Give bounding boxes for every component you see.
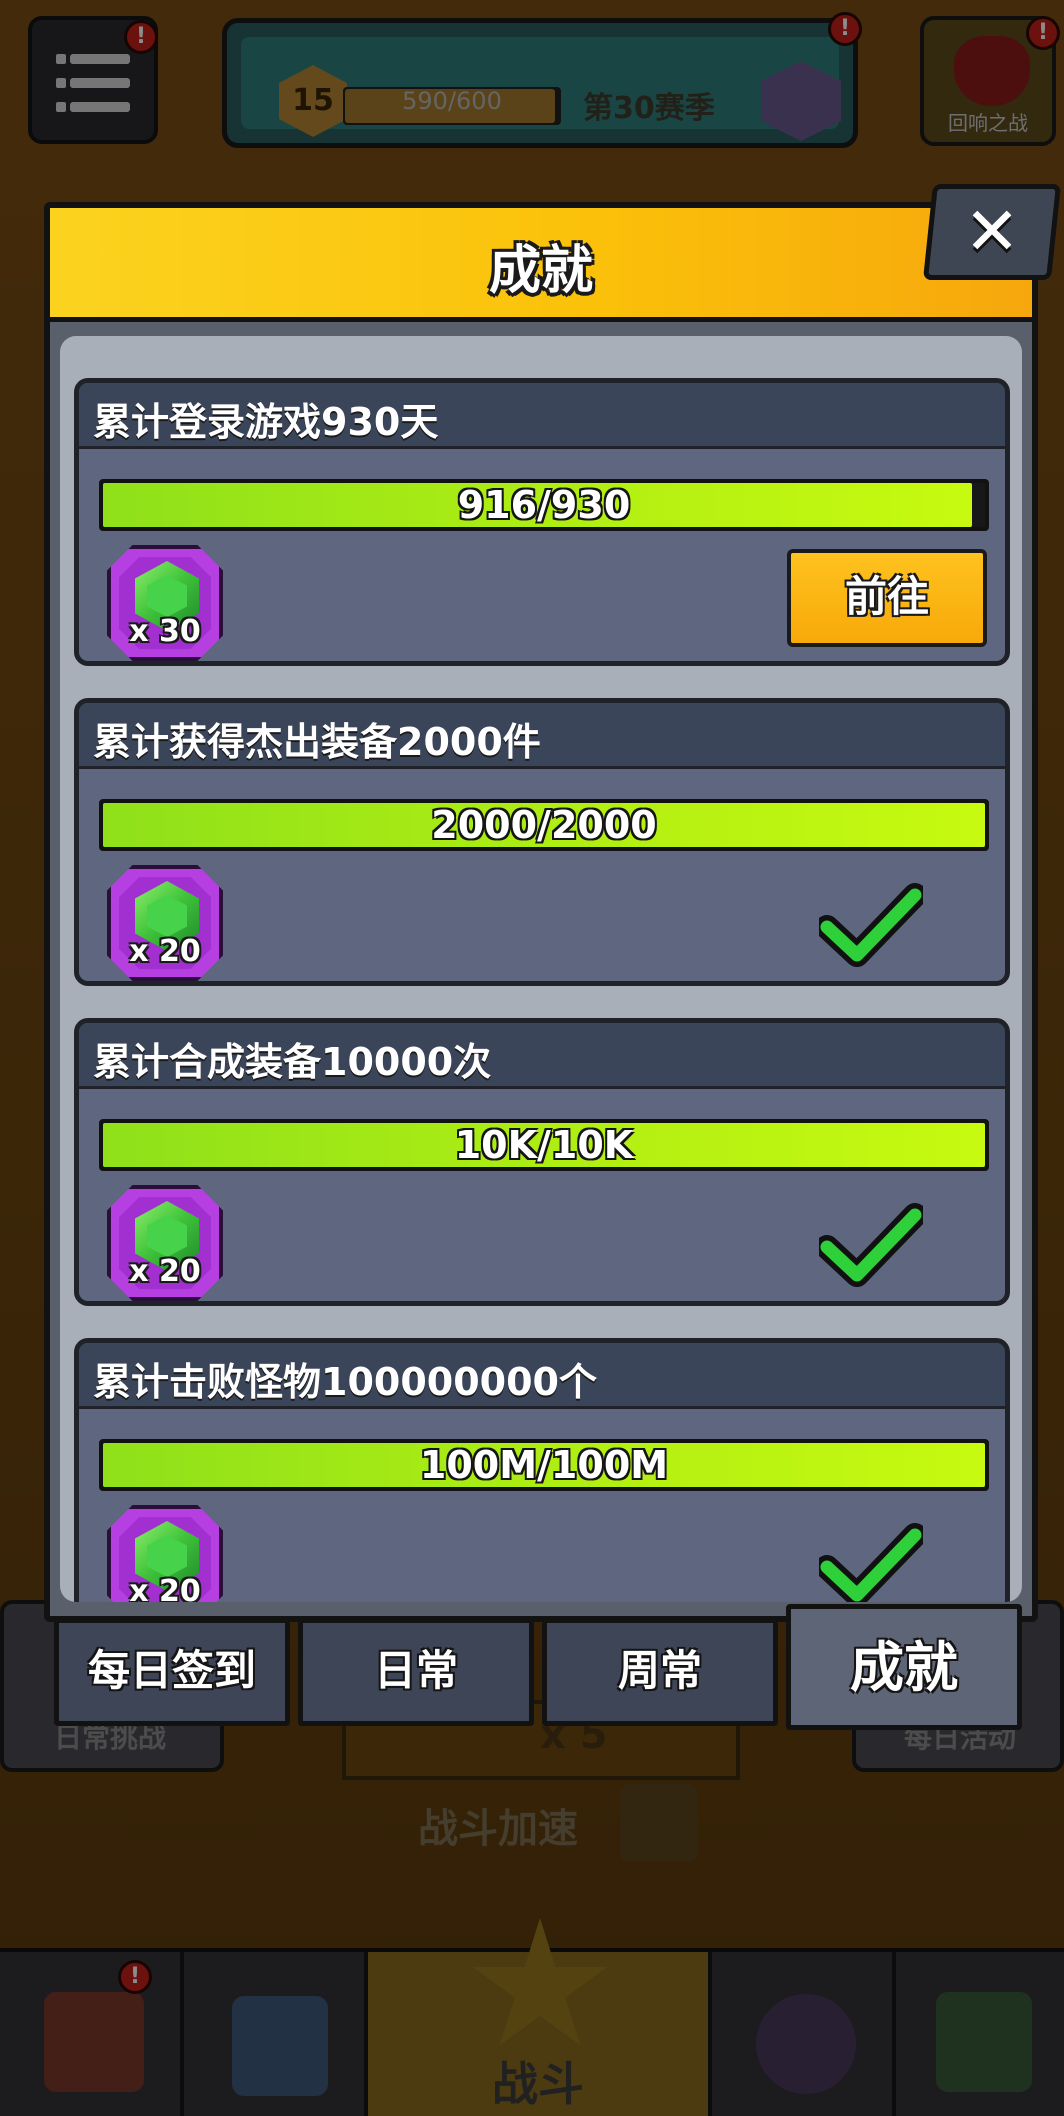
- achievement-list[interactable]: 累计登录游戏930天 916/930 x 30 前往 累计获得杰出装备2000件…: [60, 336, 1022, 1602]
- modal-title: 成就: [488, 241, 593, 301]
- goto-button[interactable]: 前往: [787, 549, 987, 647]
- reward-quantity: x 30: [129, 614, 201, 649]
- achievement-progress-bar: 2000/2000: [99, 799, 989, 851]
- completed-check-icon: [819, 1523, 923, 1602]
- completed-check-icon: [819, 883, 923, 967]
- progress-text: 916/930: [457, 483, 631, 527]
- achievement-header: 累计击败怪物100000000个: [79, 1343, 1005, 1409]
- progress-text: 100M/100M: [419, 1443, 669, 1487]
- reward-gem-slot[interactable]: x 20: [107, 1185, 223, 1301]
- achievement-header: 累计合成装备10000次: [79, 1023, 1005, 1089]
- achievement-progress-bar: 916/930: [99, 479, 989, 531]
- completed-check-icon: [819, 1203, 923, 1287]
- reward-quantity: x 20: [129, 1574, 201, 1602]
- reward-quantity: x 20: [129, 1254, 201, 1289]
- achievement-header: 累计获得杰出装备2000件: [79, 703, 1005, 769]
- reward-gem-slot[interactable]: x 30: [107, 545, 223, 661]
- tab-achievements[interactable]: 成就: [786, 1604, 1022, 1730]
- achievement-title: 累计登录游戏930天: [93, 400, 439, 444]
- achievement-modal: 成就 累计登录游戏930天 916/930 x 30 前往 累计获得杰出装备20…: [44, 202, 1038, 1622]
- reward-quantity: x 20: [129, 934, 201, 969]
- achievement-progress-bar: 10K/10K: [99, 1119, 989, 1171]
- achievement-title: 累计击败怪物100000000个: [93, 1360, 597, 1404]
- tab-daily[interactable]: 日常: [298, 1618, 534, 1726]
- tab-daily-checkin[interactable]: 每日签到: [54, 1618, 290, 1726]
- achievement-progress-bar: 100M/100M: [99, 1439, 989, 1491]
- achievement-title: 累计获得杰出装备2000件: [93, 720, 541, 764]
- modal-tabs: 每日签到 日常 周常 成就: [54, 1604, 1028, 1732]
- achievement-title: 累计合成装备10000次: [93, 1040, 492, 1084]
- modal-header: 成就: [50, 208, 1032, 322]
- reward-gem-slot[interactable]: x 20: [107, 1505, 223, 1602]
- tab-weekly[interactable]: 周常: [542, 1618, 778, 1726]
- progress-text: 2000/2000: [431, 803, 657, 847]
- achievement-card: 累计获得杰出装备2000件 2000/2000 x 20: [74, 698, 1010, 986]
- achievement-card: 累计击败怪物100000000个 100M/100M x 20: [74, 1338, 1010, 1602]
- progress-text: 10K/10K: [454, 1123, 634, 1167]
- reward-gem-slot[interactable]: x 20: [107, 865, 223, 981]
- achievement-header: 累计登录游戏930天: [79, 383, 1005, 449]
- close-icon: ✕: [964, 193, 1020, 270]
- close-button[interactable]: ✕: [922, 184, 1062, 280]
- achievement-card: 累计合成装备10000次 10K/10K x 20: [74, 1018, 1010, 1306]
- achievement-card: 累计登录游戏930天 916/930 x 30 前往: [74, 378, 1010, 666]
